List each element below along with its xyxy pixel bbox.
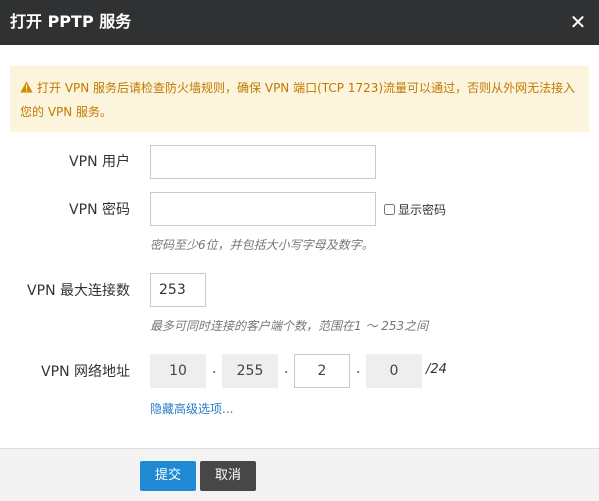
show-password-checkbox[interactable]: [384, 204, 395, 215]
ip-octet-1: 10: [150, 354, 206, 388]
network-address-label: VPN 网络地址: [41, 364, 130, 380]
max-connections-label: VPN 最大连接数: [27, 283, 130, 299]
ip-octet-3-input[interactable]: 2: [294, 354, 350, 388]
vpn-password-label: VPN 密码: [69, 202, 130, 218]
cancel-button[interactable]: 取消: [200, 461, 256, 491]
hide-advanced-link[interactable]: 隐藏高级选项...: [150, 401, 233, 417]
alert-text-line2: 您的 VPN 服务。: [20, 105, 113, 119]
vpn-user-label: VPN 用户: [69, 154, 130, 170]
ip-octet-4: 0: [366, 354, 422, 388]
max-connections-hint: 最多可同时连接的客户端个数，范围在1 ～ 253之间: [150, 319, 429, 333]
dialog-footer: 提交 取消: [0, 448, 599, 501]
warning-alert: 打开 VPN 服务后请检查防火墙规则，确保 VPN 端口(TCP 1723)流量…: [10, 66, 589, 132]
show-password-toggle[interactable]: 显示密码: [384, 201, 446, 219]
ip-separator: ·: [212, 365, 217, 381]
dialog-title: 打开 PPTP 服务: [10, 12, 132, 31]
warning-icon: [20, 81, 33, 93]
submit-button[interactable]: 提交: [140, 461, 196, 491]
ip-octet-2: 255: [222, 354, 278, 388]
dialog-titlebar: 打开 PPTP 服务 ✕: [0, 0, 599, 45]
max-connections-input[interactable]: [150, 273, 206, 307]
alert-text-line1: 打开 VPN 服务后请检查防火墙规则，确保 VPN 端口(TCP 1723)流量…: [37, 81, 576, 95]
cidr-suffix: /24: [426, 362, 447, 377]
close-icon[interactable]: ✕: [569, 12, 587, 32]
ip-separator: ·: [356, 365, 361, 381]
ip-separator: ·: [284, 365, 289, 381]
show-password-label: 显示密码: [398, 203, 447, 217]
password-hint: 密码至少6位，并包括大小写字母及数字。: [150, 238, 374, 252]
vpn-password-input[interactable]: [150, 192, 376, 226]
vpn-user-input[interactable]: [150, 145, 376, 179]
pptp-dialog: 打开 PPTP 服务 ✕ 打开 VPN 服务后请检查防火墙规则，确保 VPN 端…: [0, 0, 599, 501]
